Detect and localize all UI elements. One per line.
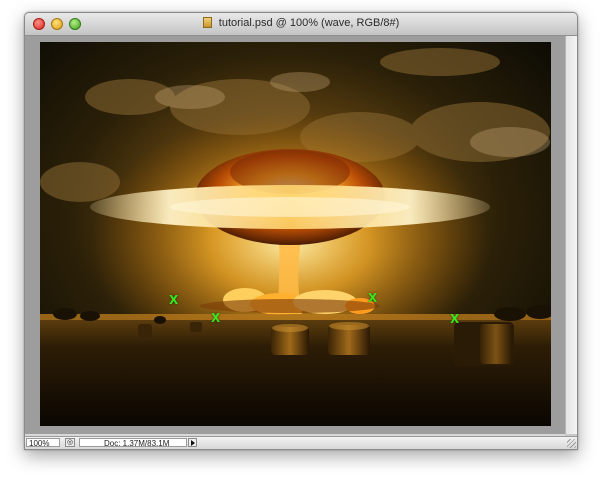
vertical-scrollbar[interactable] — [565, 36, 577, 434]
status-popup-arrow-icon[interactable] — [188, 438, 197, 447]
explosion-artwork — [40, 42, 551, 426]
document-canvas[interactable]: X X X X — [40, 42, 551, 426]
status-bar: 100% ◎ Doc: 1.37M/83.1M — [25, 436, 577, 449]
anchor-marker[interactable]: X — [450, 313, 459, 325]
window-title: tutorial.psd @ 100% (wave, RGB/8#) — [218, 17, 400, 29]
anchor-marker[interactable]: X — [368, 292, 377, 304]
document-icon — [202, 17, 212, 28]
zoom-level-field[interactable]: 100% — [26, 438, 60, 448]
title-bar[interactable]: tutorial.psd @ 100% (wave, RGB/8#) — [25, 13, 577, 36]
anchor-marker[interactable]: X — [211, 312, 220, 324]
resize-grip-icon[interactable] — [567, 439, 576, 448]
window-title-group: tutorial.psd @ 100% (wave, RGB/8#) — [25, 17, 577, 29]
document-window: tutorial.psd @ 100% (wave, RGB/8#) X X X… — [24, 12, 578, 450]
status-menu-icon[interactable]: ◎ — [65, 438, 75, 447]
anchor-marker[interactable]: X — [169, 294, 178, 306]
document-size-info: Doc: 1.37M/83.1M — [79, 438, 187, 448]
